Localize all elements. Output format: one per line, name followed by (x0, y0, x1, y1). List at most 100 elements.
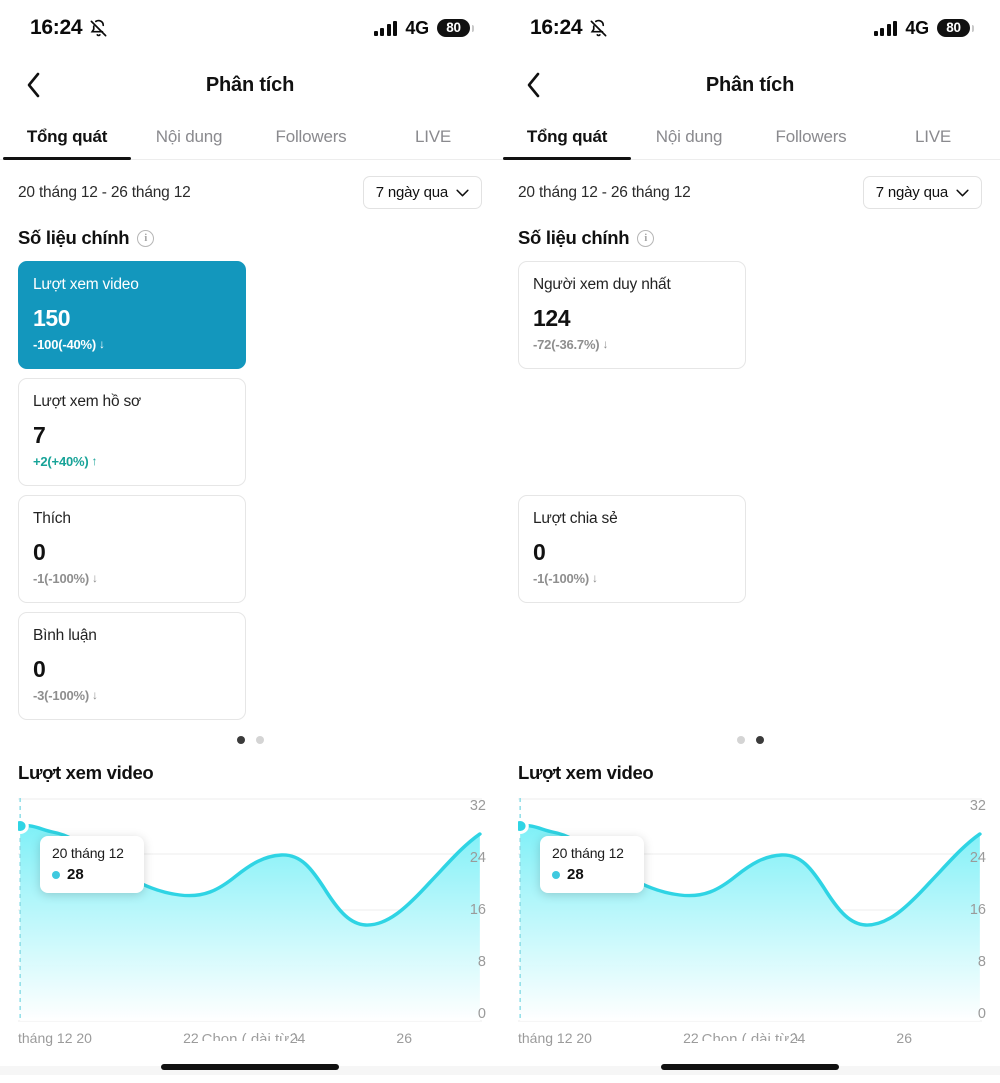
bell-off-icon (589, 19, 608, 38)
tooltip-value-row: 28 (552, 866, 630, 883)
metric-card-delta: -72(-36.7%) ↓ (533, 337, 731, 352)
date-range-selector[interactable]: 7 ngày qua (862, 176, 982, 209)
tab-followers[interactable]: Followers (250, 114, 372, 159)
info-circle-icon[interactable]: i (637, 229, 655, 247)
back-button[interactable] (516, 68, 550, 102)
tooltip-bullet-icon (552, 870, 560, 879)
metric-card-value: 124 (533, 304, 571, 331)
chart-title: Lượt xem video (518, 762, 654, 783)
page-title: Phân tích (705, 73, 795, 96)
chart-tooltip: 20 tháng 12 28 (540, 836, 644, 893)
date-row: 20 tháng 12 - 26 tháng 12 7 ngày qua (500, 160, 1000, 209)
carousel-dots (0, 736, 500, 744)
nav-bar: Phân tích (500, 56, 1000, 114)
inspiration-header: Cho bạn nguồn cảm hứng Xem tất cả (500, 1075, 1000, 1083)
status-bar: 16:24 4G 80 (500, 0, 1000, 56)
metric-card-value: 0 (533, 538, 546, 565)
trend-up-icon: ↑ (91, 454, 98, 469)
tab-noi-dung[interactable]: Nội dung (128, 114, 250, 159)
carousel-dot-1[interactable] (236, 736, 245, 744)
trend-down-icon: ↓ (99, 337, 105, 352)
metric-card-profile-views[interactable]: Lượt xem hồ sơ 7 +2(+40%) ↑ (18, 378, 246, 486)
info-circle-icon[interactable]: i (137, 229, 155, 247)
nav-bar: Phân tích (0, 56, 500, 114)
metrics-section-header: Số liệu chính i (500, 209, 1000, 249)
y-tick-16: 16 (969, 902, 986, 918)
chart-title: Lượt xem video (18, 762, 154, 783)
bell-off-icon (89, 19, 108, 38)
chevron-down-icon (456, 189, 469, 196)
chart-section: Lượt xem video 32 24 16 8 0 20 tháng 12 … (500, 744, 1000, 1046)
phone-screen-left: 16:24 4G 80 Phân tích Tổng quát Nội dung… (0, 0, 500, 1083)
metric-cards-page-1: Lượt xem video 150 -100(-40%) ↓ Lượt xem… (0, 249, 500, 720)
metric-card-value: 7 (33, 421, 46, 448)
signal-bars-icon (873, 20, 898, 36)
back-button[interactable] (16, 68, 50, 102)
tab-live[interactable]: LIVE (372, 114, 494, 159)
metric-card-label: Người xem duy nhất (533, 276, 671, 293)
home-indicator (661, 1064, 839, 1070)
carousel-dot-2[interactable] (755, 736, 764, 744)
tab-bar: Tổng quát Nội dung Followers LIVE (0, 114, 500, 160)
carousel-dot-1[interactable] (736, 736, 745, 744)
metric-card-comments[interactable]: Bình luận 0 -3(-100%) ↓ (18, 612, 246, 720)
chart-area[interactable]: 32 24 16 8 0 20 tháng 12 28 (0, 798, 500, 1022)
y-tick-8: 8 (477, 954, 486, 970)
cut-off-text: Chọn ( dài từ ) (201, 1031, 299, 1041)
metric-delta-text: -1(-100%) (33, 570, 89, 586)
inspiration-header: Cho bạn nguồn cảm hứng Xem tất cả (0, 1075, 500, 1083)
status-bar-left: 16:24 (30, 16, 108, 40)
tooltip-value: 28 (67, 866, 84, 883)
date-range-selector[interactable]: 7 ngày qua (362, 176, 482, 209)
metric-cards-page-2: Người xem duy nhất 124 -72(-36.7%) ↓ Lượ… (500, 249, 1000, 720)
metric-card-delta: +2(+40%) ↑ (33, 454, 231, 469)
battery-level: 80 (437, 19, 470, 37)
status-time: 16:24 (530, 16, 583, 39)
trend-down-icon: ↓ (92, 688, 98, 703)
metric-card-delta: -1(-100%) ↓ (33, 571, 231, 586)
metric-card-value: 0 (33, 538, 46, 565)
tooltip-value-row: 28 (52, 866, 130, 883)
y-tick-24: 24 (469, 850, 486, 866)
status-bar-left: 16:24 (530, 16, 608, 40)
metric-card-video-views[interactable]: Lượt xem video 150 -100(-40%) ↓ (18, 261, 246, 369)
chevron-down-icon (956, 189, 969, 196)
area-chart-svg (518, 798, 982, 1022)
metric-card-shares[interactable]: Lượt chia sẻ 0 -1(-100%) ↓ (518, 495, 746, 603)
metric-card-label: Lượt chia sẻ (533, 510, 618, 527)
y-tick-16: 16 (469, 902, 486, 918)
carousel-dot-2[interactable] (255, 736, 264, 744)
y-tick-24: 24 (969, 850, 986, 866)
tab-live[interactable]: LIVE (872, 114, 994, 159)
status-time: 16:24 (30, 16, 83, 39)
tooltip-date: 20 tháng 12 (552, 845, 624, 861)
y-tick-0: 0 (477, 1006, 486, 1022)
battery-icon: 80 (937, 19, 976, 37)
status-bar-right: 4G 80 (373, 18, 476, 39)
signal-bars-icon (373, 20, 398, 36)
metric-card-label: Lượt xem hồ sơ (33, 393, 142, 410)
metric-card-label: Thích (33, 510, 71, 527)
date-range-label: 20 tháng 12 - 26 tháng 12 (18, 183, 191, 201)
metric-card-label: Bình luận (33, 627, 97, 644)
status-bar-right: 4G 80 (873, 18, 976, 39)
tab-noi-dung[interactable]: Nội dung (628, 114, 750, 159)
cut-off-text: Chọn ( dài từ ) (701, 1031, 799, 1041)
tab-followers[interactable]: Followers (750, 114, 872, 159)
battery-icon: 80 (437, 19, 476, 37)
metric-delta-text: -1(-100%) (533, 570, 589, 586)
chart-y-axis: 32 24 16 8 0 (452, 798, 486, 1022)
tab-bar: Tổng quát Nội dung Followers LIVE (500, 114, 1000, 160)
metric-card-likes[interactable]: Thích 0 -1(-100%) ↓ (18, 495, 246, 603)
trend-down-icon: ↓ (602, 337, 609, 352)
metric-card-value: 0 (33, 655, 46, 682)
y-tick-8: 8 (977, 954, 986, 970)
battery-level: 80 (937, 19, 970, 37)
tab-tong-quat[interactable]: Tổng quát (6, 114, 128, 159)
chart-area[interactable]: 32 24 16 8 0 20 tháng 12 28 (500, 798, 1000, 1022)
metric-card-unique-viewers[interactable]: Người xem duy nhất 124 -72(-36.7%) ↓ (518, 261, 746, 369)
metric-card-delta: -1(-100%) ↓ (533, 571, 731, 586)
metric-delta-text: +2(+40%) (33, 453, 89, 469)
chart-tooltip: 20 tháng 12 28 (40, 836, 144, 893)
tab-tong-quat[interactable]: Tổng quát (506, 114, 628, 159)
